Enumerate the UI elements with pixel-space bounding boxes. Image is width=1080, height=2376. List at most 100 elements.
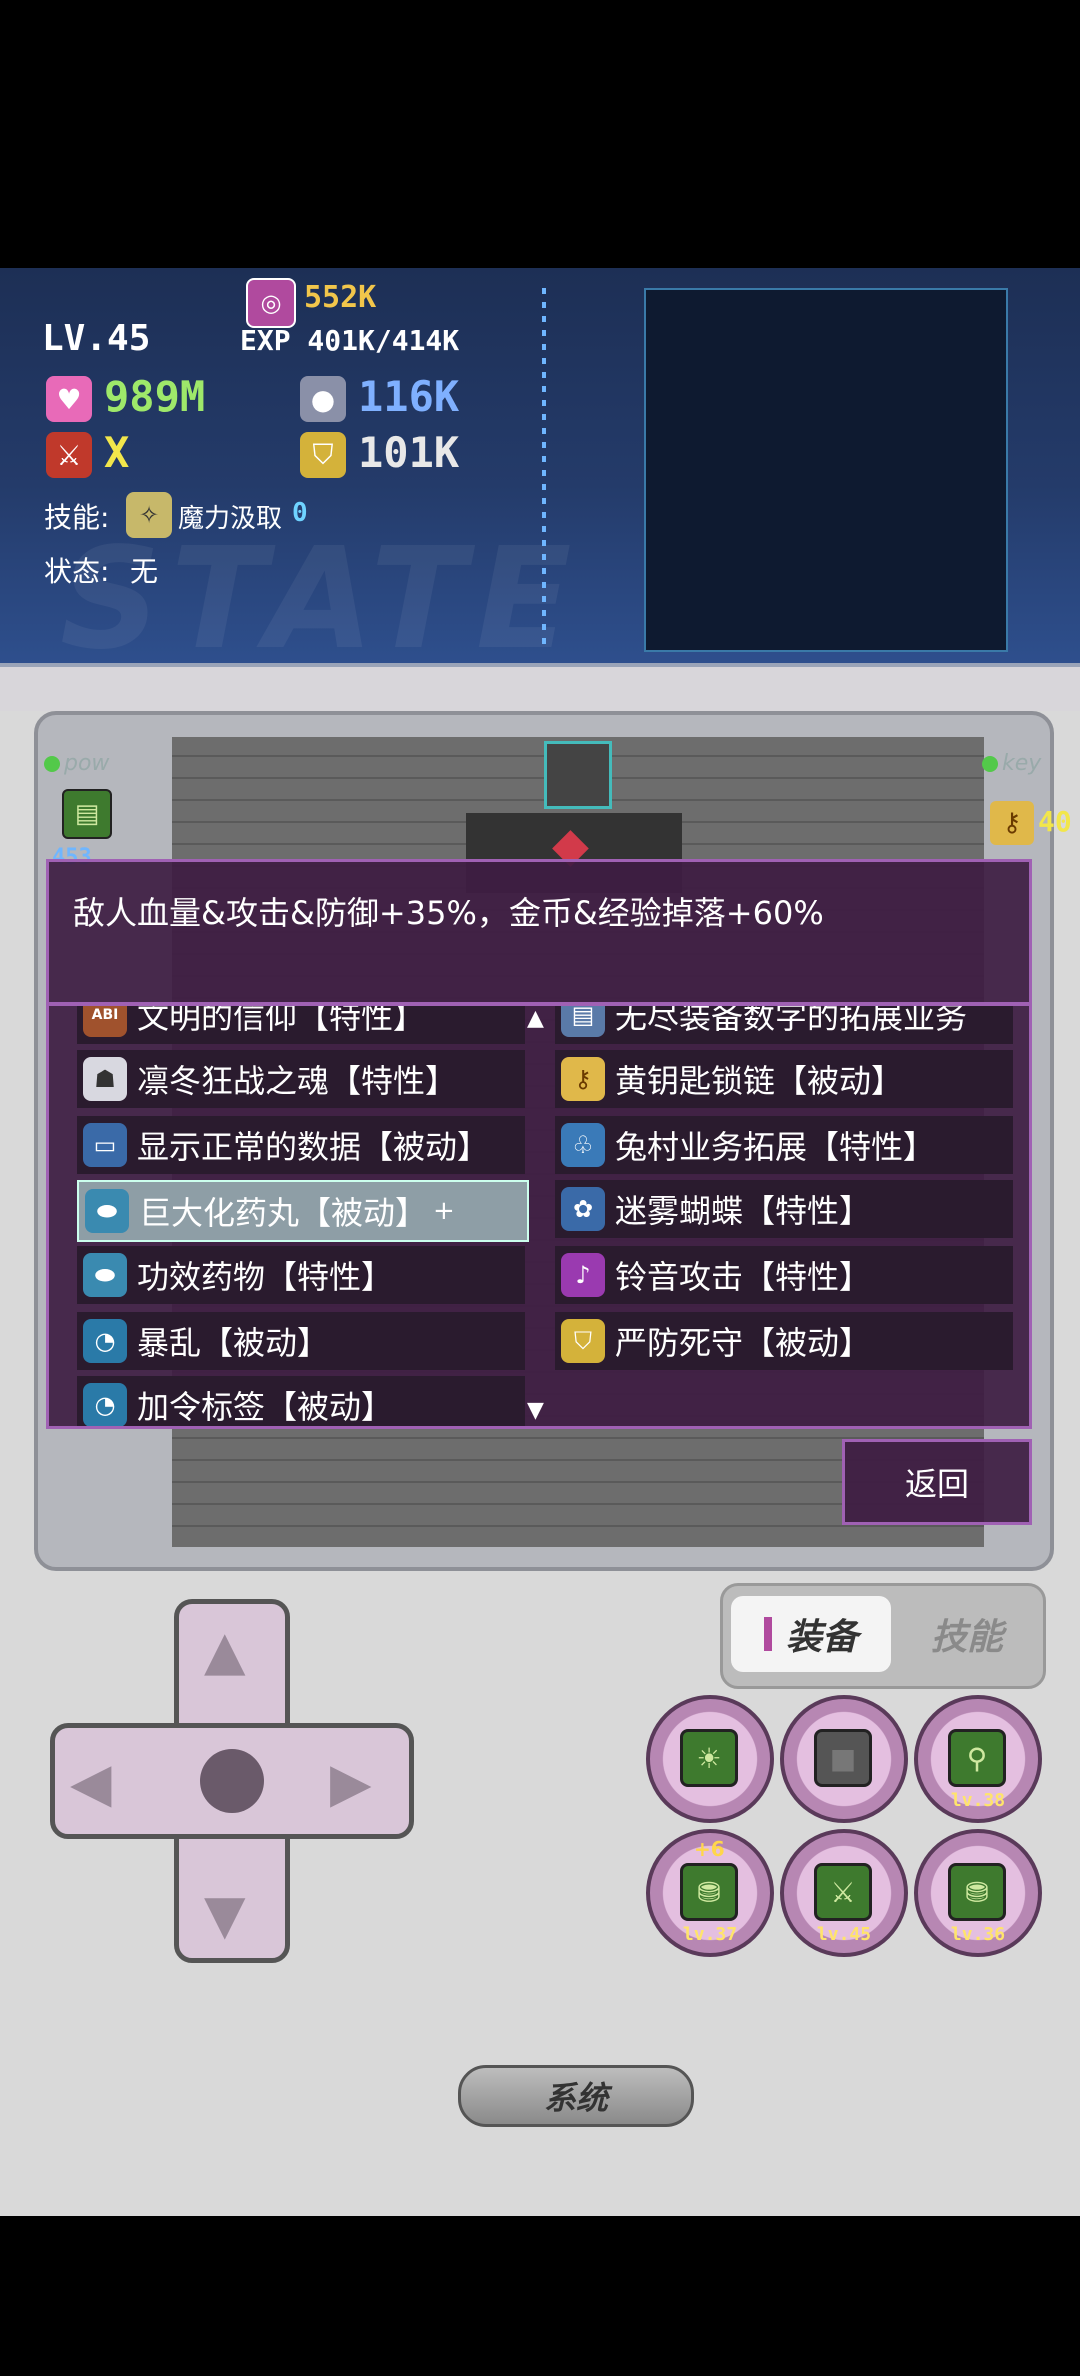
butterfly-icon: ✿ [561, 1187, 605, 1231]
scroll-up-icon[interactable]: ▲ [527, 1006, 544, 1031]
scroll-down-icon[interactable]: ▼ [527, 1398, 544, 1423]
ability-label: 严防死守【被动】 [615, 1324, 872, 1362]
tab-equip[interactable]: 装备 [731, 1596, 891, 1672]
system-label: 系统 [543, 2079, 608, 2117]
equip-slot-6[interactable]: ⛃ lv.36 [914, 1829, 1042, 1957]
magic-drain-icon[interactable]: ✧ [126, 492, 172, 538]
ability-label: 迷雾蝴蝶【特性】 [615, 1192, 872, 1230]
yellow-key-icon: ⚷ [990, 801, 1034, 845]
ability-label: 暴乱【被动】 [137, 1324, 330, 1362]
guard-shield-icon: ⛉ [561, 1319, 605, 1363]
stats-panel: STATE ◎ 552K LV.45 EXP 401K/414K ♥ 989M … [0, 268, 1080, 663]
tab-equip-label: 装备 [785, 1617, 858, 1658]
empty-slot-icon: ■ [814, 1729, 872, 1787]
dpad-down-icon[interactable]: ▼ [204, 1883, 246, 1946]
stairs-tile [544, 741, 612, 809]
gold-icon: ◎ [246, 278, 296, 328]
ability-label: 功效药物【特性】 [137, 1258, 394, 1296]
ability-label: 显示正常的数据【被动】 [137, 1128, 490, 1166]
gold-value: 552K [304, 280, 377, 315]
dpad-up-icon[interactable]: ▲ [204, 1619, 246, 1682]
mana-value: 116K [358, 372, 460, 421]
exp-text: EXP 401K/414K [240, 324, 460, 357]
status-dot-icon [982, 756, 998, 772]
equip-level: lv.37 [682, 1924, 738, 1945]
ability-item-right-5[interactable]: ⛉ 严防死守【被动】 [555, 1312, 1013, 1370]
ability-item-right-4[interactable]: ♪ 铃音攻击【特性】 [555, 1246, 1013, 1304]
shield-icon: ⛉ [300, 432, 346, 478]
ability-item-left-0[interactable]: ABI 文明的信仰【特性】 [77, 1003, 525, 1044]
dpad-right-icon[interactable]: ▶ [330, 1751, 372, 1814]
sword-icon: ⚔ [46, 432, 92, 478]
ability-item-left-6[interactable]: ◔ 加令标签【被动】 [77, 1376, 525, 1426]
attack-value: X [104, 428, 130, 477]
equip-slot-2[interactable]: ■ [780, 1695, 908, 1823]
equip-slot-5[interactable]: ⚔ lv.45 [780, 1829, 908, 1957]
ability-label: 加令标签【被动】 [137, 1388, 394, 1426]
dpad: ▲ ▼ ◀ ▶ [50, 1599, 414, 1963]
system-button[interactable]: 系统 [458, 2065, 694, 2127]
book-icon[interactable]: ▤ [62, 789, 112, 839]
level-text: LV.45 [42, 318, 151, 359]
tag-icon: ◔ [83, 1383, 127, 1426]
equip-slot-3[interactable]: ⚲ lv.38 [914, 1695, 1042, 1823]
defense-value: 101K [358, 428, 460, 477]
abi-icon: ABI [83, 1006, 127, 1037]
armor-icon: ⛃ [948, 1863, 1006, 1921]
ability-label: 无尽装备数字的拓展业务 [615, 1003, 968, 1036]
ability-item-left-4[interactable]: ⬬ 功效药物【特性】 [77, 1246, 525, 1304]
pow-label: pow [44, 751, 109, 776]
ability-list[interactable]: ▲ ▼ ABI 文明的信仰【特性】 ☗ 凛冬狂战之魂【特性】 ▭ 显示正常的数据… [46, 1003, 1032, 1429]
key-label: key [982, 751, 1041, 776]
ability-item-right-3[interactable]: ✿ 迷雾蝴蝶【特性】 [555, 1180, 1013, 1238]
ability-label: 文明的信仰【特性】 [137, 1003, 426, 1036]
ability-item-left-2[interactable]: ▭ 显示正常的数据【被动】 [77, 1116, 525, 1174]
ability-label: 铃音攻击【特性】 [615, 1258, 872, 1296]
minimap [644, 288, 1008, 652]
tab-skills[interactable]: 技能 [903, 1596, 1031, 1672]
dpad-center [200, 1749, 264, 1813]
yellow-key-chain-icon: ⚷ [561, 1057, 605, 1101]
plus-badge: +6 [694, 1837, 725, 1861]
status-value: 无 [130, 555, 159, 588]
status-label: 状态: [44, 555, 110, 588]
selected-plus: + [433, 1196, 455, 1226]
divider-dots [542, 288, 546, 648]
ability-label: 巨大化药丸【被动】 [139, 1194, 428, 1232]
back-label: 返回 [904, 1465, 969, 1503]
heart-icon: ♥ [46, 376, 92, 422]
capsule-icon: ⬬ [83, 1253, 127, 1297]
dpad-left-icon[interactable]: ◀ [70, 1751, 112, 1814]
equip-level: lv.45 [816, 1924, 872, 1945]
ability-label: 兔村业务拓展【特性】 [615, 1128, 936, 1166]
tree-icon: ♧ [561, 1123, 605, 1167]
ability-item-right-2[interactable]: ♧ 兔村业务拓展【特性】 [555, 1116, 1013, 1174]
skill-level: 0 [292, 498, 308, 528]
ability-item-left-5[interactable]: ◔ 暴乱【被动】 [77, 1312, 525, 1370]
ability-item-left-1[interactable]: ☗ 凛冬狂战之魂【特性】 [77, 1050, 525, 1108]
equip-level: lv.38 [950, 1790, 1006, 1811]
mana-orb-icon: ● [300, 376, 346, 422]
hp-value: 989M [104, 372, 206, 421]
device-body: pow ▤ 453 ◆ key ⚷ 40 敌人血量&攻击&防御+35%，金币&经… [0, 711, 1080, 2216]
ability-item-right-0[interactable]: ▤ 无尽装备数字的拓展业务 [555, 1003, 1013, 1044]
ability-item-left-3[interactable]: ⬬ 巨大化药丸【被动】 + [77, 1180, 529, 1242]
skill-label: 技能: [44, 501, 110, 534]
skill-name[interactable]: 魔力汲取 [178, 498, 282, 535]
tab-skills-label: 技能 [930, 1617, 1003, 1658]
ability-label: 凛冬狂战之魂【特性】 [137, 1062, 458, 1100]
monitor-icon: ▭ [83, 1123, 127, 1167]
boots-icon: ⛃ [680, 1863, 738, 1921]
yellow-key-count: 40 [1038, 805, 1072, 838]
sword-icon: ⚔ [814, 1863, 872, 1921]
sun-icon: ☀ [680, 1729, 738, 1787]
ability-item-right-1[interactable]: ⚷ 黄钥匙锁链【被动】 [555, 1050, 1013, 1108]
back-button[interactable]: 返回 [842, 1439, 1032, 1525]
equip-slot-1[interactable]: ☀ [646, 1695, 774, 1823]
pill-icon: ⬬ [85, 1189, 129, 1233]
hinge-band [0, 663, 1080, 715]
music-note-icon: ♪ [561, 1253, 605, 1297]
equip-slot-4[interactable]: +6 ⛃ lv.37 [646, 1829, 774, 1957]
state-watermark: STATE [60, 518, 582, 663]
equip-level: lv.36 [950, 1924, 1006, 1945]
